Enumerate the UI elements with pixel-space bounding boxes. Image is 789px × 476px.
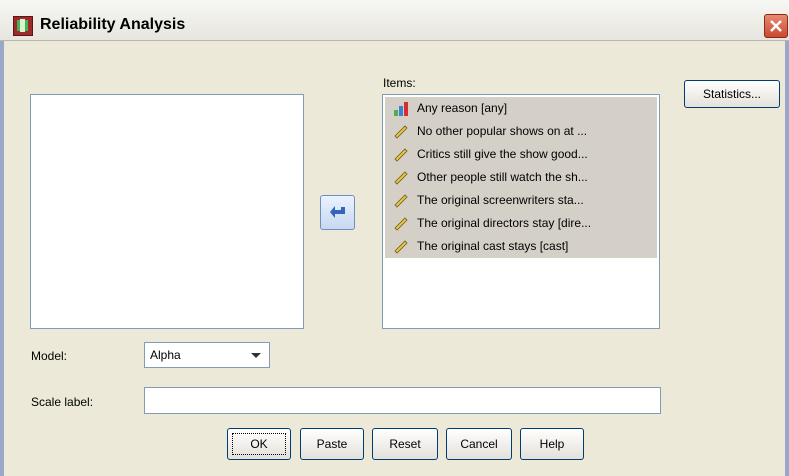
scale-label-label: Scale label: [31, 395, 94, 409]
source-variable-list[interactable] [30, 94, 304, 329]
scale-label-input[interactable] [144, 387, 661, 414]
close-icon [770, 20, 782, 32]
item-label: The original directors stay [dire... [417, 216, 592, 230]
help-button[interactable]: Help [520, 428, 584, 460]
list-item[interactable]: The original cast stays [cast] [385, 235, 657, 258]
arrow-left-icon [330, 206, 345, 218]
close-button[interactable] [764, 14, 788, 38]
nominal-bar-icon [394, 102, 408, 116]
item-label: No other popular shows on at ... [417, 124, 588, 138]
model-value: Alpha [150, 348, 181, 362]
paste-button[interactable]: Paste [300, 428, 364, 460]
window-title: Reliability Analysis [40, 16, 186, 33]
scale-ruler-icon [394, 148, 408, 162]
list-item[interactable]: Critics still give the show good... [385, 143, 657, 166]
scale-ruler-icon [394, 217, 408, 231]
scale-ruler-icon [394, 194, 408, 208]
reset-button[interactable]: Reset [372, 428, 438, 460]
item-label: The original screenwriters sta... [417, 193, 584, 207]
item-label: Any reason [any] [417, 101, 508, 115]
item-label: The original cast stays [cast] [417, 239, 569, 253]
item-label: Critics still give the show good... [417, 147, 588, 161]
title-bar: Reliability Analysis [0, 0, 789, 41]
list-item[interactable]: Other people still watch the sh... [385, 166, 657, 189]
ok-button[interactable]: OK [227, 428, 291, 460]
list-item[interactable]: Any reason [any] [385, 97, 657, 120]
app-icon [13, 16, 33, 36]
scale-ruler-icon [394, 171, 408, 185]
statistics-button[interactable]: Statistics... [684, 80, 780, 108]
item-label: Other people still watch the sh... [417, 170, 588, 184]
list-item[interactable]: No other popular shows on at ... [385, 120, 657, 143]
move-items-button[interactable] [320, 195, 355, 230]
scale-ruler-icon [394, 240, 408, 254]
list-item[interactable]: The original directors stay [dire... [385, 212, 657, 235]
model-label: Model: [31, 349, 68, 363]
items-list[interactable]: Any reason [any] No other popular shows … [382, 94, 660, 329]
list-item[interactable]: The original screenwriters sta... [385, 189, 657, 212]
items-label: Items: [383, 76, 416, 90]
scale-ruler-icon [394, 125, 408, 139]
model-select[interactable]: Alpha [144, 342, 270, 368]
cancel-button[interactable]: Cancel [446, 428, 512, 460]
chevron-down-icon [251, 353, 261, 358]
